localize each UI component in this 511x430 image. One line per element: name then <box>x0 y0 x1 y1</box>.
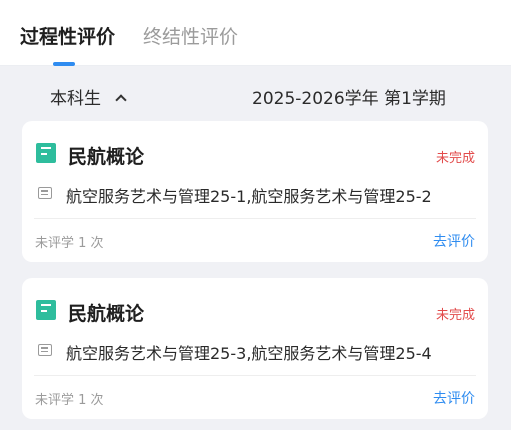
card-divider <box>34 218 476 219</box>
filter-bar: 本科生 2025-2026学年 第1学期 <box>0 66 511 122</box>
chevron-up-icon <box>115 94 127 106</box>
book-icon <box>36 300 56 320</box>
evaluation-count: 未评学 1 次 <box>35 393 104 408</box>
evaluation-count: 未评学 1 次 <box>35 236 104 251</box>
book-icon <box>36 143 56 163</box>
course-card: 民航概论 未完成 航空服务艺术与管理25-3,航空服务艺术与管理25-4 未评学… <box>22 278 488 419</box>
course-card: 民航概论 未完成 航空服务艺术与管理25-1,航空服务艺术与管理25-2 未评学… <box>22 121 488 262</box>
student-level-selector[interactable]: 本科生 <box>50 84 127 109</box>
tab-bar: 过程性评价 终结性评价 <box>0 0 511 66</box>
tab-summative-evaluation[interactable]: 终结性评价 <box>143 24 238 50</box>
term-selector[interactable]: 2025-2026学年 第1学期 <box>252 84 446 109</box>
status-badge: 未完成 <box>435 308 475 323</box>
class-names: 航空服务艺术与管理25-1,航空服务艺术与管理25-2 <box>66 187 432 206</box>
class-list-icon <box>38 187 52 199</box>
class-list-icon <box>38 344 52 356</box>
go-evaluate-button[interactable]: 去评价 <box>433 388 475 408</box>
card-divider <box>34 375 476 376</box>
student-level-label: 本科生 <box>50 89 101 109</box>
tab-process-evaluation[interactable]: 过程性评价 <box>20 24 115 50</box>
class-names: 航空服务艺术与管理25-3,航空服务艺术与管理25-4 <box>66 344 432 363</box>
status-badge: 未完成 <box>435 151 475 166</box>
course-name: 民航概论 <box>68 146 145 168</box>
course-name: 民航概论 <box>68 303 145 325</box>
go-evaluate-button[interactable]: 去评价 <box>433 231 475 251</box>
